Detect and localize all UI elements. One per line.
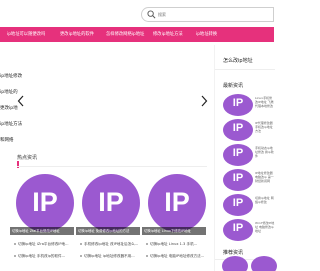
- chevron-left-icon[interactable]: [17, 95, 25, 107]
- latest-item-text[interactable]: Linux手机修改IP地址 飞鹰代理本地修改: [255, 96, 275, 114]
- list-item[interactable]: 切换ip地址 手机改ip的软件...: [14, 250, 76, 262]
- card-caption[interactable]: 切换ip地址 免费修改ip地址的方法: [76, 227, 140, 235]
- news-column: 切换ip地址 iZra平台修改IP地... 切换ip地址 手机改ip的软件...: [14, 238, 76, 262]
- ip-badge: IP: [164, 187, 190, 217]
- latest-item[interactable]: IP 切换ip地址 网络ip修改: [223, 194, 275, 216]
- latest-item[interactable]: IP IP代理修改器 手机改ip地址方法: [223, 119, 275, 141]
- hot-news-title: 热点资讯: [17, 155, 38, 161]
- latest-item[interactable]: IP Linux手机修改IP地址 飞鹰代理本地修改: [223, 94, 275, 116]
- list-item[interactable]: 切换ip地址 Linux 1.3 手机...: [146, 238, 208, 250]
- ip-badge: IP: [98, 187, 124, 217]
- ip-thumbnail: IP: [223, 169, 253, 191]
- latest-item-text[interactable]: Win7修改IP地址 电脑修改ip地址: [255, 221, 275, 239]
- ip-badge: IP: [232, 122, 244, 134]
- recommend-thumbnail[interactable]: [222, 256, 248, 271]
- search-icon[interactable]: [147, 10, 156, 19]
- card-caption[interactable]: 切换ip地址 Linux下修改IP地址: [142, 227, 206, 235]
- search-input[interactable]: [158, 9, 268, 20]
- chevron-right-icon[interactable]: [200, 95, 208, 107]
- list-item[interactable]: 切换ip地址 iZra平台修改IP地...: [14, 238, 76, 250]
- card-caption[interactable]: 切换ip地址 Zfai平台修改IP地址: [10, 227, 74, 235]
- hot-card[interactable]: IP 切换ip地址 Zfai平台修改IP地址: [10, 172, 74, 235]
- search-box[interactable]: [141, 7, 274, 22]
- slide-line[interactable]: ip地址方法: [0, 121, 22, 127]
- ip-thumbnail: IP: [223, 219, 253, 241]
- ip-badge: IP: [32, 187, 58, 217]
- latest-item[interactable]: IP 手机动态ip地址修改 换ip软件: [223, 144, 275, 166]
- nav-item-1[interactable]: ip地址可以随便改吗: [7, 27, 45, 42]
- divider: [215, 69, 275, 70]
- latest-item[interactable]: IP IP地址修改器 电脑改ip 第一财经新闻网: [223, 169, 275, 191]
- bullet-icon: [146, 243, 148, 245]
- list-item[interactable]: 切换ip地址 电脑IP地址修改方法...: [146, 250, 208, 262]
- news-column: 手机修改ip地址 改IP地址后怎么... 切换ip地址 ip地址修改器不用...: [80, 238, 142, 262]
- ip-badge: IP: [232, 172, 244, 184]
- news-column: 切换ip地址 Linux 1.3 手机... 切换ip地址 电脑IP地址修改方法…: [146, 238, 208, 262]
- latest-news-title: 最新资讯: [223, 83, 244, 89]
- news-link[interactable]: 切换ip地址 Linux 1.3 手机...: [150, 242, 197, 246]
- sidebar-about-title[interactable]: 怎么改ip地址: [223, 57, 253, 64]
- news-link[interactable]: 切换ip地址 手机改ip的软件...: [18, 254, 65, 258]
- ip-badge: IP: [232, 197, 244, 209]
- news-link[interactable]: 切换ip地址 ip地址修改器不用...: [84, 254, 135, 258]
- nav-item-3[interactable]: 怎样修改网络ip地址: [106, 27, 144, 42]
- news-link[interactable]: 手机修改ip地址 改IP地址后怎么...: [84, 242, 138, 246]
- slide-line[interactable]: 更改ip地: [0, 105, 18, 111]
- latest-item-text[interactable]: IP代理修改器 手机改ip地址方法: [255, 121, 275, 139]
- ip-badge: IP: [232, 222, 244, 234]
- bullet-icon: [14, 243, 16, 245]
- nav-item-4[interactable]: 修改ip地址方法: [153, 27, 183, 42]
- list-item[interactable]: 切换ip地址 ip地址修改器不用...: [80, 250, 142, 262]
- slide-line[interactable]: ip地址的: [0, 89, 18, 95]
- ip-badge: IP: [232, 147, 244, 159]
- list-item[interactable]: 手机修改ip地址 改IP地址后怎么...: [80, 238, 142, 250]
- slide-line[interactable]: ip地址修改: [0, 73, 22, 79]
- hot-card[interactable]: IP 切换ip地址 Linux下修改IP地址: [142, 172, 206, 235]
- bullet-icon: [80, 243, 82, 245]
- ip-thumbnail: IP: [223, 94, 253, 116]
- recommend-title: 推荐资讯: [223, 250, 244, 256]
- slide-line[interactable]: 和网络: [0, 137, 14, 143]
- latest-item-text[interactable]: 手机动态ip地址修改 换ip软件: [255, 146, 275, 164]
- nav-item-2[interactable]: 更改ip地址的软件: [60, 27, 94, 42]
- nav-item-5[interactable]: ip地址转换: [196, 27, 217, 42]
- top-header: [0, 0, 274, 27]
- ip-badge: IP: [232, 97, 244, 109]
- bullet-icon: [146, 255, 148, 257]
- ip-thumbnail: IP: [223, 119, 253, 141]
- latest-item[interactable]: IP Win7修改IP地址 电脑修改ip地址: [223, 219, 275, 241]
- card-image: IP: [16, 174, 74, 232]
- divider: [17, 166, 207, 167]
- banner-slider: ip地址修改 ip地址的 更改ip地 ip地址方法 和网络: [0, 45, 214, 157]
- sidebar: 怎么改ip地址 最新资讯 IP Linux手机修改IP地址 飞鹰代理本地修改 I…: [214, 45, 275, 271]
- latest-item-text[interactable]: IP地址修改器 电脑改ip 第一财经新闻网: [255, 171, 275, 189]
- hot-card[interactable]: IP 切换ip地址 免费修改ip地址的方法: [76, 172, 140, 235]
- ip-thumbnail: IP: [223, 194, 253, 216]
- card-image: IP: [82, 174, 140, 232]
- bullet-icon: [80, 255, 82, 257]
- news-link[interactable]: 切换ip地址 iZra平台修改IP地...: [18, 242, 69, 246]
- bullet-icon: [14, 255, 16, 257]
- latest-item-text[interactable]: 切换ip地址 网络ip修改: [255, 196, 275, 214]
- card-image: IP: [148, 174, 206, 232]
- news-link[interactable]: 切换ip地址 电脑IP地址修改方法...: [150, 254, 204, 258]
- ip-thumbnail: IP: [223, 144, 253, 166]
- main-nav: ip地址可以随便改吗 更改ip地址的软件 怎样修改网络ip地址 修改ip地址方法…: [0, 27, 274, 42]
- recommend-thumbnail[interactable]: [251, 256, 277, 271]
